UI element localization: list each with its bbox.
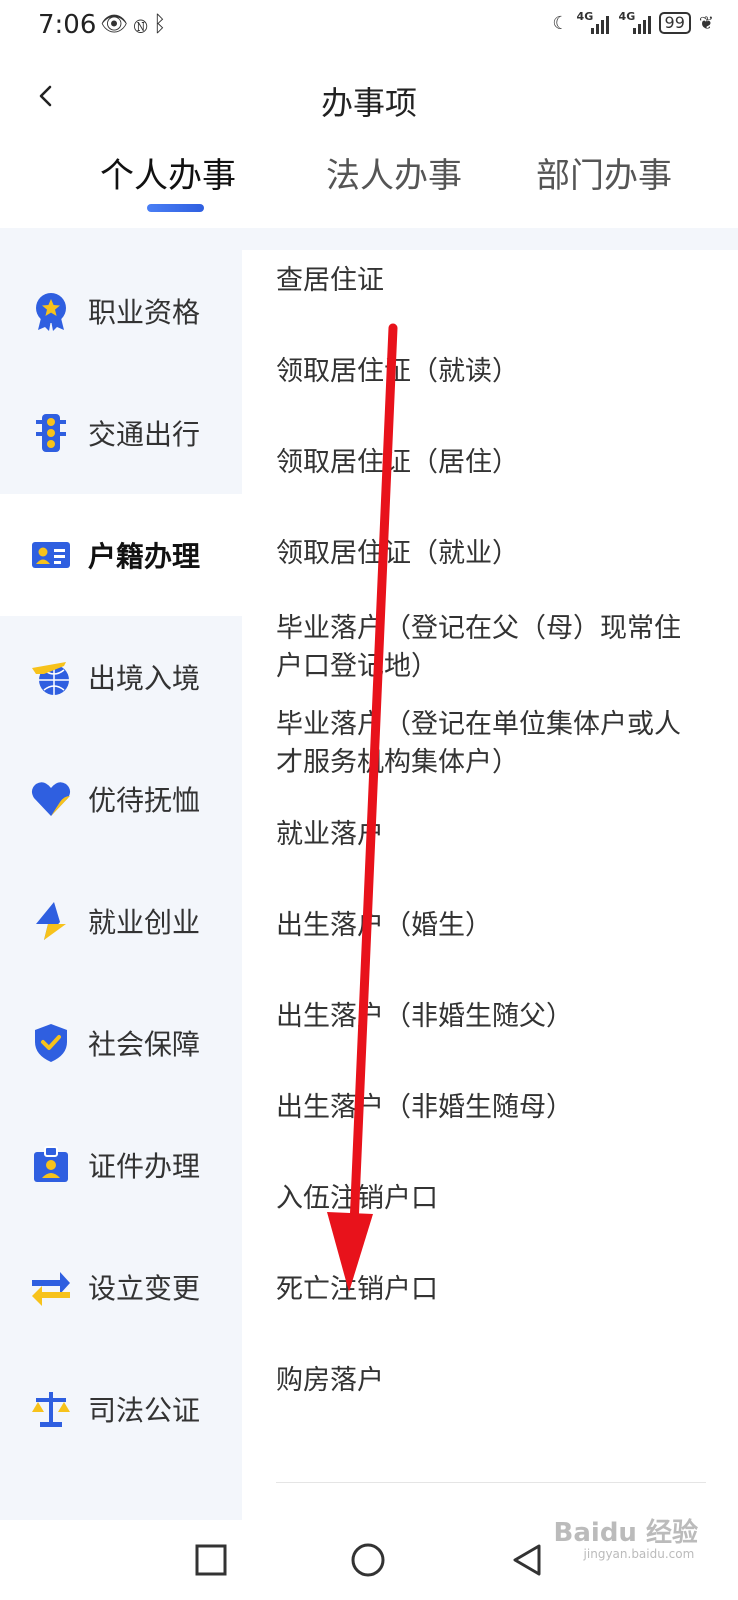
plane-globe-icon xyxy=(32,662,69,695)
sidebar-item-label: 证件办理 xyxy=(88,1150,201,1183)
lightning-icon xyxy=(36,902,66,940)
sidebar-item-household-registration[interactable]: 户籍办理 xyxy=(0,494,242,616)
sidebar-item-documents[interactable]: 证件办理 xyxy=(0,1104,242,1226)
sidebar-item-label: 出境入境 xyxy=(88,662,201,695)
scales-icon xyxy=(32,1392,70,1427)
list-item[interactable]: 出生落户（非婚生随母） xyxy=(276,1089,706,1127)
signal-icon: 4G xyxy=(619,10,651,34)
list-item[interactable]: 出生落户（非婚生随父） xyxy=(276,998,706,1036)
tab-personal[interactable]: 个人办事 xyxy=(100,148,236,197)
list-item[interactable]: 毕业落户（登记在单位集体户或人才服务机构集体户） xyxy=(276,706,706,782)
sidebar-item-label: 就业创业 xyxy=(88,906,201,939)
sidebar-item-judicial-notary[interactable]: 司法公证 xyxy=(0,1348,242,1470)
list-item[interactable]: 查居住证 xyxy=(276,262,706,300)
list-item[interactable]: 就业落户 xyxy=(276,816,706,854)
sidebar-item-transportation[interactable]: 交通出行 xyxy=(0,372,242,494)
watermark: Baidu 经验 jingyan.baidu.com xyxy=(553,1518,698,1561)
sidebar-item-label: 社会保障 xyxy=(88,1028,201,1061)
id-card-icon xyxy=(32,542,70,568)
sidebar-item-preferential-treatment[interactable]: 优待抚恤 xyxy=(0,738,242,860)
bluetooth-icon: ᛒ xyxy=(153,12,173,37)
tab-department[interactable]: 部门办事 xyxy=(536,148,672,197)
sidebar-item-label: 优待抚恤 xyxy=(88,784,201,817)
signal-icon: 4G xyxy=(577,10,609,34)
category-sidebar: 职业资格 交通出行 户籍办理 出境入境 优待抚恤 就业创业 社会保障 证件办理 … xyxy=(0,250,242,1520)
list-item[interactable]: 领取居住证（就业） xyxy=(276,535,706,573)
badge-icon xyxy=(34,1146,68,1182)
sidebar-item-establishment-change[interactable]: 设立变更 xyxy=(0,1226,242,1348)
sidebar-item-label: 职业资格 xyxy=(88,296,201,329)
medal-icon xyxy=(36,293,66,331)
status-right-icons: ☾ 4G 4G 99 ❦ xyxy=(552,10,714,34)
list-item[interactable]: 毕业落户（登记在父（母）现常住户口登记地） xyxy=(276,610,706,686)
heart-icon xyxy=(31,782,71,816)
sidebar-item-exit-entry[interactable]: 出境入境 xyxy=(0,616,242,738)
traffic-light-icon xyxy=(36,414,66,452)
sidebar-item-label: 设立变更 xyxy=(88,1272,201,1305)
list-divider xyxy=(276,1482,706,1483)
page-title: 办事项 xyxy=(320,84,417,122)
leaf-icon: ❦ xyxy=(698,12,714,34)
active-tab-indicator xyxy=(147,204,204,212)
service-list: 查居住证 领取居住证（就读） 领取居住证（居住） 领取居住证（就业） 毕业落户（… xyxy=(242,250,738,1520)
sidebar-item-social-security[interactable]: 社会保障 xyxy=(0,982,242,1104)
shield-check-icon xyxy=(35,1024,67,1062)
home-button[interactable] xyxy=(350,1542,386,1578)
list-item[interactable]: 死亡注销户口 xyxy=(276,1271,706,1309)
status-left-icons: 👁Ⓝᛒ xyxy=(100,12,172,37)
sidebar-item-career-qualification[interactable]: 职业资格 xyxy=(0,250,242,372)
swap-arrows-icon xyxy=(32,1272,70,1306)
list-item[interactable]: 出生落户（婚生） xyxy=(276,907,706,945)
status-time: 7:06 xyxy=(38,10,97,40)
list-item[interactable]: 购房落户 xyxy=(276,1362,706,1400)
back-nav-button[interactable] xyxy=(509,1542,545,1578)
sidebar-item-label: 司法公证 xyxy=(88,1394,201,1427)
recent-apps-button[interactable] xyxy=(193,1542,229,1578)
tab-legal-entity[interactable]: 法人办事 xyxy=(326,148,462,197)
eye-icon: 👁 xyxy=(100,12,134,37)
header: 办事项 个人办事 法人办事 部门办事 xyxy=(0,56,738,228)
list-item[interactable]: 领取居住证（居住） xyxy=(276,444,706,482)
battery-icon: 99 xyxy=(658,12,691,34)
list-item[interactable]: 入伍注销户口 xyxy=(276,1180,706,1218)
list-item[interactable]: 领取居住证（就读） xyxy=(276,353,706,391)
nfc-icon: Ⓝ xyxy=(133,12,154,37)
moon-icon: ☾ xyxy=(552,12,569,34)
sidebar-item-label: 户籍办理 xyxy=(88,540,201,573)
sidebar-item-label: 交通出行 xyxy=(88,418,201,451)
tab-bar: 个人办事 法人办事 部门办事 xyxy=(0,148,738,228)
status-bar: 7:06 👁Ⓝᛒ ☾ 4G 4G 99 ❦ xyxy=(0,0,738,56)
sidebar-item-employment[interactable]: 就业创业 xyxy=(0,860,242,982)
